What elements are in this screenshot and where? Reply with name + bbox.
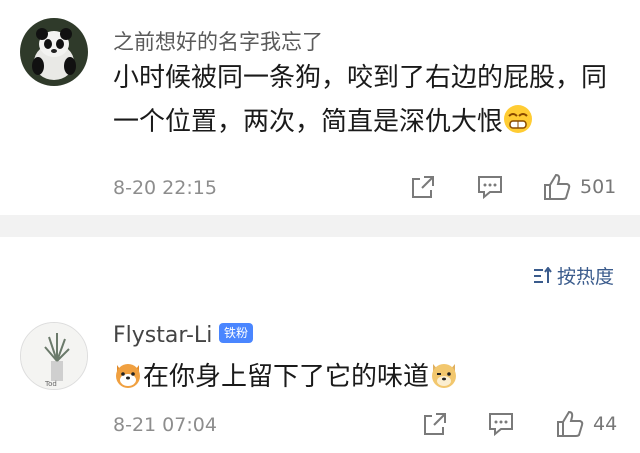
share-icon bbox=[424, 413, 446, 435]
doge-emoji-icon bbox=[432, 364, 457, 388]
comment-text-line-2-content: 一个位置，两次，简直是深仇大恨 bbox=[113, 107, 504, 137]
section-divider bbox=[0, 215, 640, 237]
reply-button[interactable] bbox=[476, 174, 504, 200]
comment-icon bbox=[478, 176, 502, 200]
panda-avatar-icon bbox=[20, 18, 88, 86]
like-count: 44 bbox=[593, 413, 618, 435]
username[interactable]: 之前想好的名字我忘了 bbox=[113, 26, 323, 56]
sort-label: 按热度 bbox=[556, 266, 614, 288]
avatar[interactable]: Tod bbox=[20, 322, 88, 390]
reply-button[interactable] bbox=[487, 411, 515, 437]
grin-sweat-emoji-icon bbox=[504, 105, 533, 133]
share-button[interactable] bbox=[422, 411, 448, 437]
plant-avatar-icon: Tod bbox=[21, 323, 87, 389]
avatar[interactable] bbox=[20, 18, 88, 86]
thumbs-up-icon bbox=[557, 410, 584, 437]
comment-text: 小时候被同一条狗，咬到了右边的屁股，同 一个位置，两次，简直是深仇大恨 bbox=[113, 56, 623, 144]
like-button[interactable]: 44 bbox=[555, 409, 617, 439]
svg-text:Tod: Tod bbox=[44, 380, 57, 388]
comment-text-line-1: 小时候被同一条狗，咬到了右边的屁股，同 bbox=[113, 63, 608, 93]
comment-icon bbox=[489, 413, 513, 437]
comment-item-2: Tod Flystar-Li 铁粉 在你身上留下了它的味道 8-21 07:04… bbox=[0, 300, 640, 453]
comment-text-line-2: 一个位置，两次，简直是深仇大恨 bbox=[113, 100, 623, 144]
like-count: 501 bbox=[580, 176, 617, 198]
timestamp: 8-20 22:15 bbox=[113, 177, 217, 199]
like-button[interactable]: 501 bbox=[542, 172, 616, 202]
fan-badge: 铁粉 bbox=[219, 323, 254, 343]
shiba-dog-emoji-icon bbox=[116, 364, 140, 388]
thumbs-up-icon bbox=[544, 173, 571, 200]
share-icon bbox=[412, 176, 434, 198]
comment-item-1: 之前想好的名字我忘了 小时候被同一条狗，咬到了右边的屁股，同 一个位置，两次，简… bbox=[0, 0, 640, 215]
username[interactable]: Flystar-Li bbox=[113, 323, 212, 348]
sort-icon bbox=[533, 266, 552, 283]
sort-by-hot-button[interactable]: 按热度 bbox=[533, 262, 614, 289]
timestamp: 8-21 07:04 bbox=[113, 414, 217, 436]
comment-text: 在你身上留下了它的味道 bbox=[113, 355, 633, 399]
share-button[interactable] bbox=[410, 174, 436, 200]
comment-text-content: 在你身上留下了它的味道 bbox=[143, 362, 430, 392]
